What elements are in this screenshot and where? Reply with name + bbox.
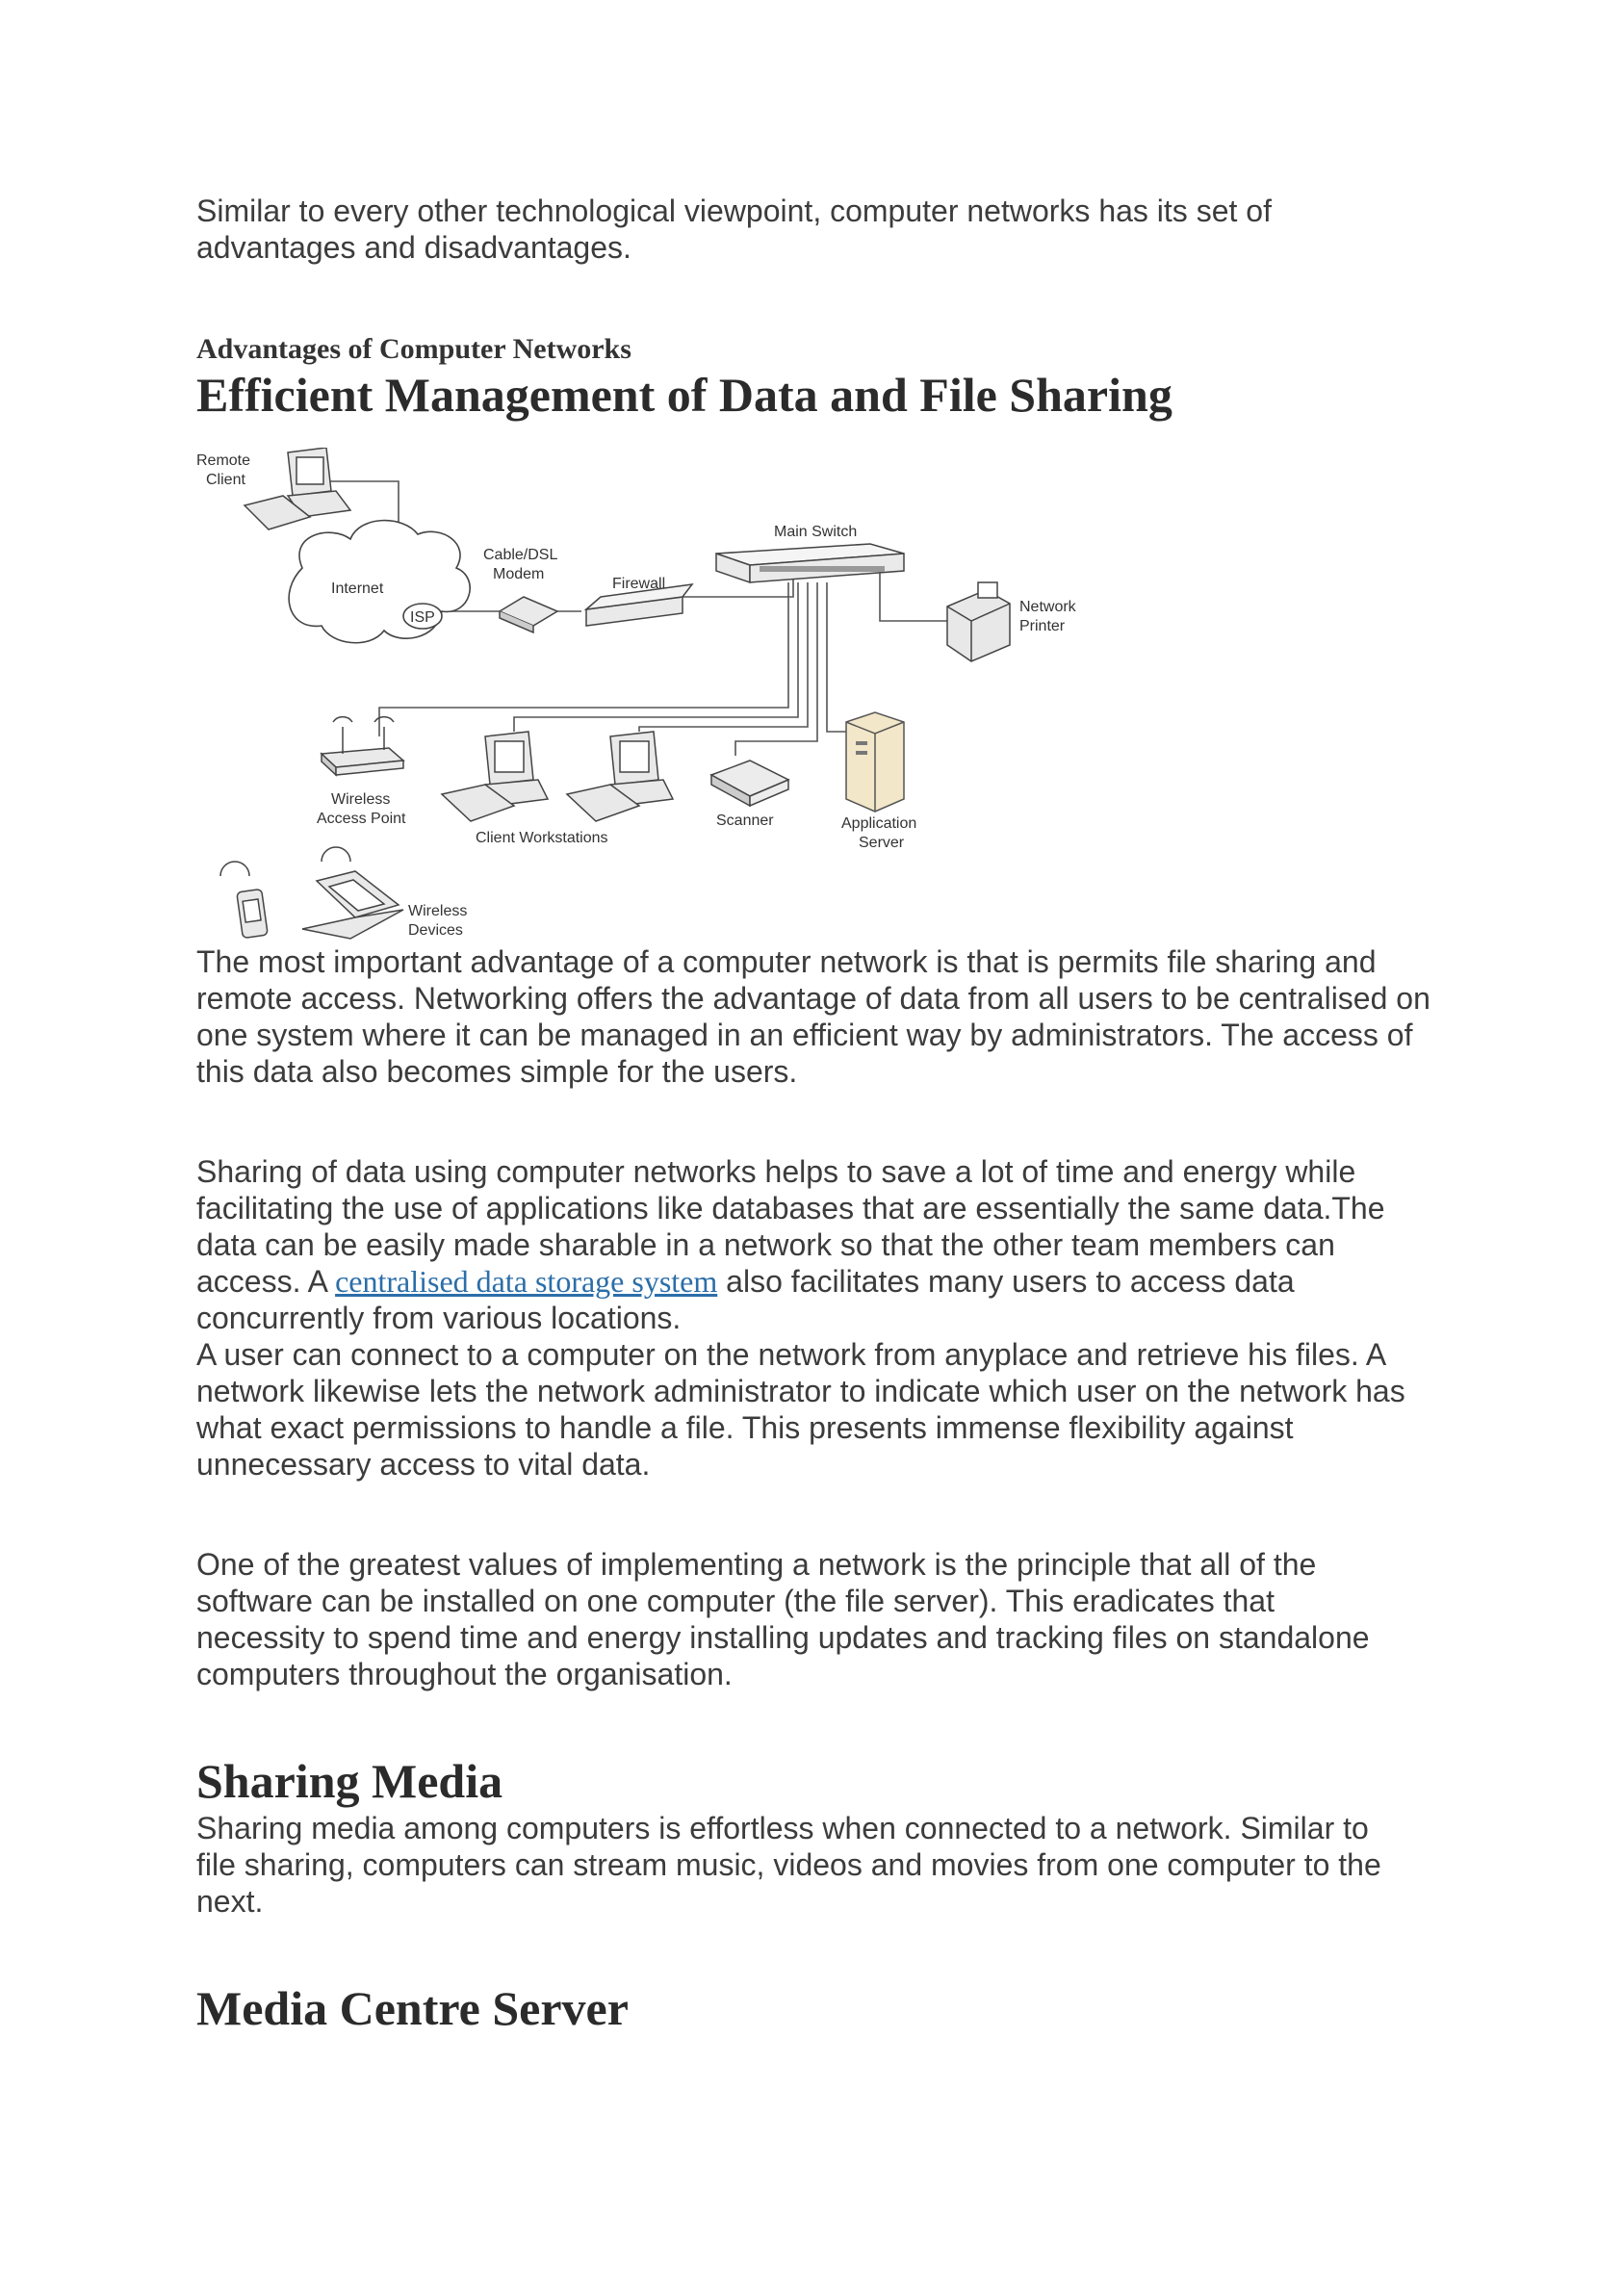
label-wireless-devices: Wireless — [408, 903, 467, 919]
heading-media-centre-server: Media Centre Server — [196, 1981, 629, 2035]
heading-efficient-management: Efficient Management of Data and File Sh… — [196, 368, 1172, 422]
label-wireless-ap-2: Access Point — [317, 811, 406, 827]
label-scanner: Scanner — [716, 813, 774, 829]
label-remote-client: Remote — [196, 452, 250, 469]
heading-sharing-media: Sharing Media — [196, 1754, 503, 1808]
paragraph-file-server: One of the greatest values of implementi… — [196, 1547, 1370, 1691]
label-client-workstations: Client Workstations — [476, 830, 608, 846]
paragraph-remote-access: A user can connect to a computer on the … — [196, 1337, 1405, 1482]
network-printer-icon — [946, 581, 1011, 662]
scanner-icon — [709, 760, 790, 808]
label-network-printer-2: Printer — [1019, 618, 1066, 634]
application-server-icon — [845, 711, 905, 813]
document-page: Similar to every other technological vie… — [0, 0, 1623, 2296]
label-firewall: Firewall — [612, 576, 665, 592]
wireless-phone-icon — [219, 861, 269, 939]
paragraph-advantage: The most important advantage of a comput… — [196, 944, 1430, 1089]
label-network-printer: Network — [1019, 599, 1077, 615]
network-diagram: Remote Client Internet ISP Cable/DSL Mod… — [196, 448, 1077, 940]
link-centralised-storage[interactable]: centralised data storage system — [335, 1264, 717, 1299]
wireless-laptop-icon — [301, 846, 404, 940]
label-wireless-ap: Wireless — [331, 791, 390, 808]
label-modem: Cable/DSL — [483, 547, 557, 563]
intro-paragraph: Similar to every other technological vie… — [196, 193, 1272, 265]
label-internet: Internet — [331, 580, 384, 597]
label-main-switch: Main Switch — [774, 524, 857, 540]
wireless-access-point-icon — [320, 715, 405, 777]
remote-client-icon — [243, 448, 352, 530]
workstation-icon-1 — [440, 731, 550, 822]
section-label: Advantages of Computer Networks — [196, 333, 631, 365]
label-application-server: Application — [841, 815, 916, 832]
workstation-icon-2 — [565, 731, 675, 822]
label-isp: ISP — [410, 609, 435, 626]
label-application-server-2: Server — [859, 835, 905, 851]
label-modem-2: Modem — [493, 566, 544, 582]
modem-icon — [498, 596, 559, 634]
main-switch-icon — [715, 543, 905, 584]
label-wireless-devices-2: Devices — [408, 922, 463, 939]
paragraph-sharing-data: Sharing of data using computer networks … — [196, 1153, 1438, 1336]
paragraph-sharing-media: Sharing media among computers is effortl… — [196, 1811, 1381, 1919]
label-remote-client-2: Client — [206, 472, 245, 488]
